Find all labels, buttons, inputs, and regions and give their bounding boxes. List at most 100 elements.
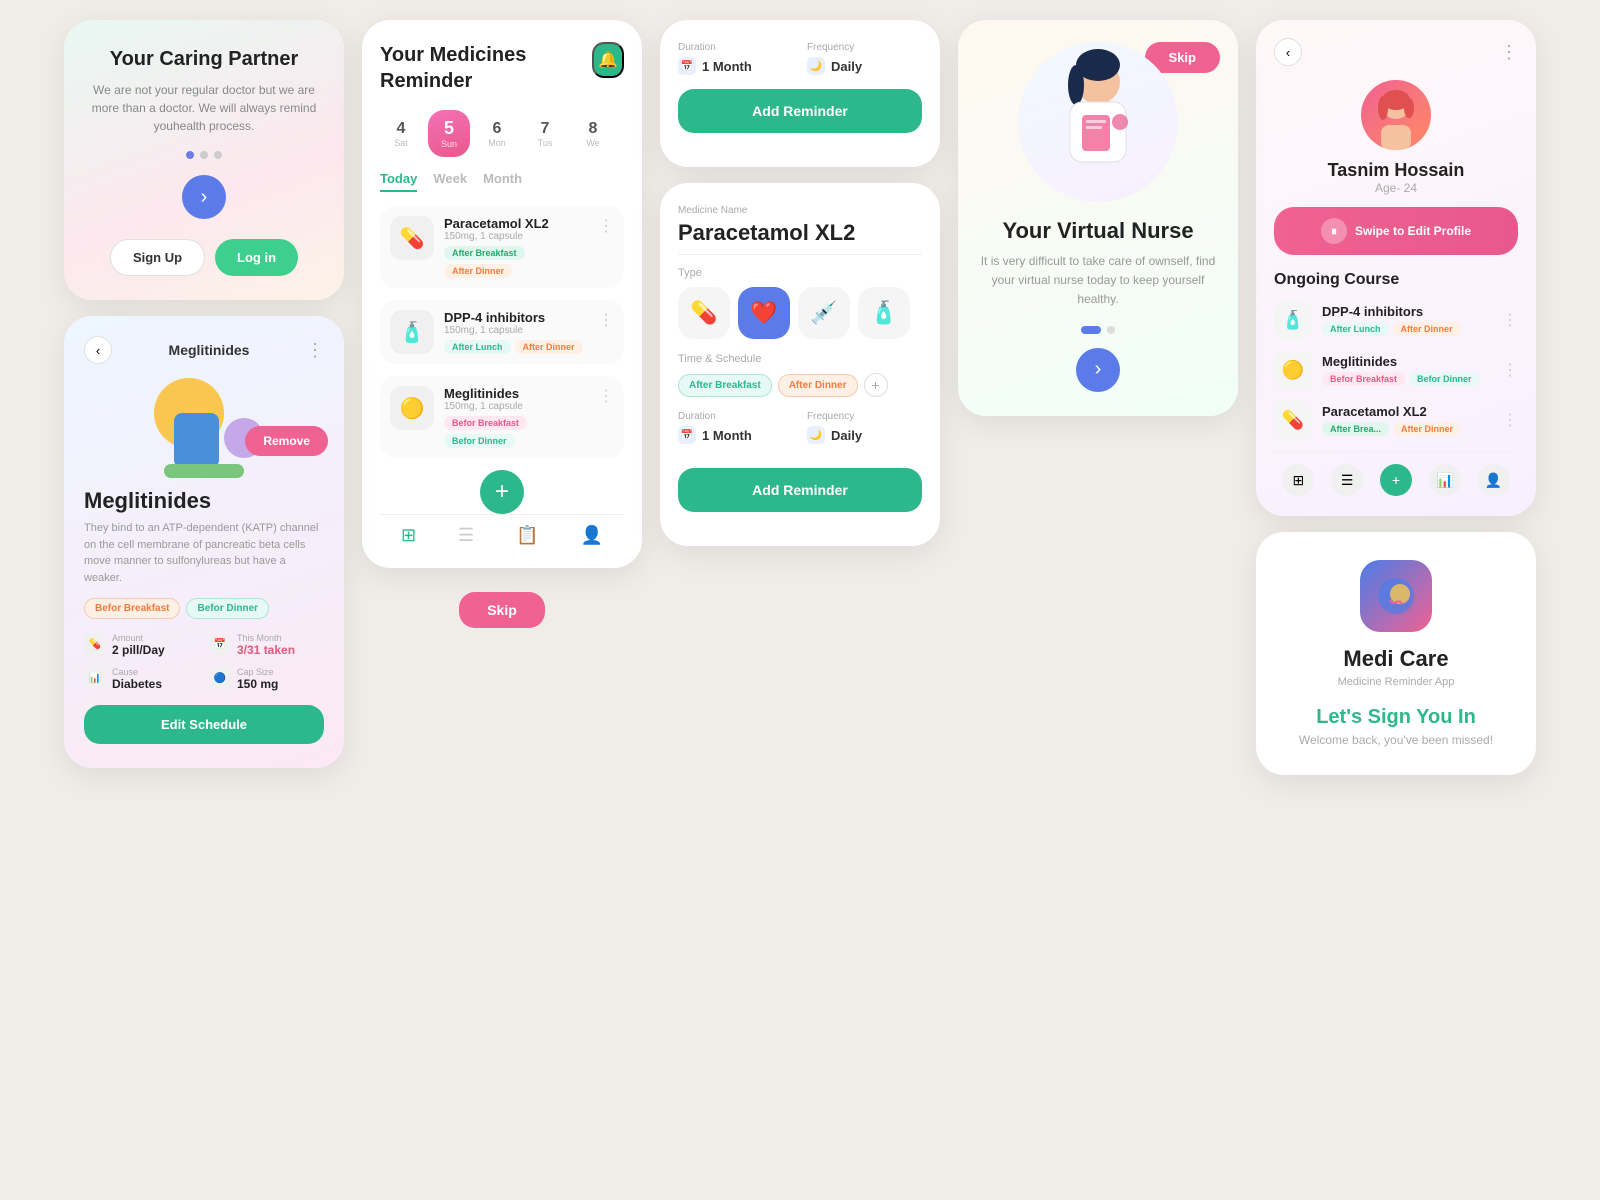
frequency-value: 🌙 Daily bbox=[807, 57, 922, 75]
bottom-navigation: ⊞ ☰ 📋 👤 bbox=[380, 514, 624, 550]
panel-add-reminder: Duration 📅 1 Month Frequency 🌙 Daily Add… bbox=[660, 20, 940, 546]
type-icon-liquid[interactable]: 🧴 bbox=[858, 287, 910, 339]
med-name-megli: Meglitinides bbox=[444, 386, 588, 401]
ctag-after-dinner-p: After Dinner bbox=[1393, 422, 1461, 436]
login-button[interactable]: Log in bbox=[215, 239, 298, 276]
amount-label: Amount bbox=[112, 633, 165, 643]
footer-icon-list[interactable]: ☰ bbox=[1331, 464, 1363, 496]
nurse-next-button[interactable]: › bbox=[1076, 348, 1120, 392]
amount-icon: 💊 bbox=[84, 633, 106, 655]
med-more-icon-3[interactable]: ⋮ bbox=[598, 386, 614, 406]
med-more-icon[interactable]: ⋮ bbox=[598, 216, 614, 236]
frequency-text-2: Daily bbox=[831, 428, 862, 443]
footer-icon-grid[interactable]: ⊞ bbox=[1282, 464, 1314, 496]
remove-button[interactable]: Remove bbox=[245, 426, 328, 456]
time-tag-after-dinner[interactable]: After Dinner bbox=[778, 374, 858, 397]
tab-month[interactable]: Month bbox=[483, 171, 522, 192]
nav-home[interactable]: ⊞ bbox=[401, 525, 416, 546]
course-item-dpp4: 🧴 DPP-4 inhibitors After Lunch After Din… bbox=[1274, 301, 1518, 339]
duration-label: Duration bbox=[678, 42, 793, 53]
course-name-megli: Meglitinides bbox=[1322, 354, 1492, 369]
course-more-megli[interactable]: ⋮ bbox=[1502, 360, 1518, 380]
duration-frequency-row-2: Duration 📅 1 Month Frequency 🌙 Daily bbox=[678, 411, 922, 444]
more-options-icon[interactable]: ⋮ bbox=[306, 340, 324, 361]
profile-name: Tasnim Hossain bbox=[1274, 160, 1518, 181]
type-icon-tablet[interactable]: 💊 bbox=[678, 287, 730, 339]
bell-button[interactable]: 🔔 bbox=[592, 42, 624, 78]
swipe-edit-button[interactable]: ⏸ Swipe to Edit Profile bbox=[1274, 207, 1518, 255]
list-item: 🟡 Meglitinides 150mg, 1 capsule Befor Br… bbox=[380, 376, 624, 458]
dot-2 bbox=[200, 151, 208, 159]
profile-back-button[interactable]: ‹ bbox=[1274, 38, 1302, 66]
footer-icon-chart[interactable]: 📊 bbox=[1429, 464, 1461, 496]
card-medicines-reminder: Your Medicines Reminder 🔔 4 Sat 5 Sun 6 … bbox=[362, 20, 642, 568]
med-more-icon-2[interactable]: ⋮ bbox=[598, 310, 614, 330]
time-tag-after-breakfast[interactable]: After Breakfast bbox=[678, 374, 772, 397]
course-name-dpp4: DPP-4 inhibitors bbox=[1322, 304, 1492, 319]
footer-icon-add[interactable]: + bbox=[1380, 464, 1412, 496]
megli-stats: 💊 Amount 2 pill/Day 📅 This Month 3/31 ta… bbox=[84, 633, 324, 691]
cause-icon: 📊 bbox=[84, 667, 106, 689]
tab-week[interactable]: Week bbox=[433, 171, 467, 192]
profile-footer: ⊞ ☰ + 📊 👤 bbox=[1274, 451, 1518, 496]
type-icon-injection[interactable]: 💉 bbox=[798, 287, 850, 339]
nav-calendar[interactable]: 📋 bbox=[516, 525, 538, 546]
tab-today[interactable]: Today bbox=[380, 171, 417, 192]
date-tus[interactable]: 7 Tus bbox=[524, 112, 566, 156]
nav-profile[interactable]: 👤 bbox=[581, 525, 603, 546]
duration-value-2: 📅 1 Month bbox=[678, 426, 793, 444]
add-reminder-button-top[interactable]: Add Reminder bbox=[678, 89, 922, 133]
course-more-para[interactable]: ⋮ bbox=[1502, 410, 1518, 430]
date-we[interactable]: 8 We bbox=[572, 112, 614, 156]
nav-list[interactable]: ☰ bbox=[458, 525, 474, 546]
med-icon-dpp4: 🧴 bbox=[390, 310, 434, 354]
med-dose-paracetamol: 150mg, 1 capsule bbox=[444, 231, 588, 242]
course-more-dpp4[interactable]: ⋮ bbox=[1502, 310, 1518, 330]
course-info-para: Paracetamol XL2 After Brea... After Dinn… bbox=[1322, 404, 1492, 436]
profile-age: Age- 24 bbox=[1274, 181, 1518, 195]
reminder-header: Your Medicines Reminder 🔔 bbox=[380, 42, 624, 94]
cap-icon: 🔵 bbox=[209, 667, 231, 689]
blue-rect bbox=[174, 413, 219, 468]
footer-icon-profile[interactable]: 👤 bbox=[1478, 464, 1510, 496]
profile-more-icon[interactable]: ⋮ bbox=[1500, 42, 1518, 63]
date-sat[interactable]: 4 Sat bbox=[380, 112, 422, 156]
nurse-dots bbox=[976, 326, 1220, 334]
ctag-befor-breakfast: Befor Breakfast bbox=[1322, 372, 1405, 386]
course-tags-dpp4: After Lunch After Dinner bbox=[1322, 322, 1492, 336]
add-reminder-button-form[interactable]: Add Reminder bbox=[678, 468, 922, 512]
edit-schedule-button[interactable]: Edit Schedule bbox=[84, 705, 324, 744]
stat-cap-size: 🔵 Cap Size 150 mg bbox=[209, 667, 324, 691]
tag-after-dinner-2: After Dinner bbox=[515, 340, 583, 354]
skip-button-bottom[interactable]: Skip bbox=[459, 592, 545, 628]
date-sun[interactable]: 5 Sun bbox=[428, 110, 470, 157]
back-button[interactable]: ‹ bbox=[84, 336, 112, 364]
tag-after-dinner: After Dinner bbox=[444, 264, 512, 278]
duration-col-2: Duration 📅 1 Month bbox=[678, 411, 793, 444]
avatar bbox=[1361, 80, 1431, 150]
course-tags-para: After Brea... After Dinner bbox=[1322, 422, 1492, 436]
stat-cause: 📊 Cause Diabetes bbox=[84, 667, 199, 691]
megli-drug-name: Meglitinides bbox=[84, 488, 324, 514]
medicine-name-display: Paracetamol XL2 bbox=[678, 220, 922, 255]
card-signin: Medi Care Medicine Reminder App Let's Si… bbox=[1256, 532, 1536, 775]
next-button[interactable]: › bbox=[182, 175, 226, 219]
add-medicine-button[interactable]: + bbox=[480, 470, 524, 514]
megli-header-title: Meglitinides bbox=[169, 342, 250, 358]
card-virtual-nurse: Skip Your Virtual Nurse It is very diffi… bbox=[958, 20, 1238, 416]
megli-tags: Befor Breakfast Befor Dinner bbox=[84, 598, 324, 619]
type-icon-capsule[interactable]: ❤️ bbox=[738, 287, 790, 339]
card-meglitinides: ‹ Meglitinides ⋮ Remove Meglitinides The… bbox=[64, 316, 344, 768]
card-reminder-top: Duration 📅 1 Month Frequency 🌙 Daily Add… bbox=[660, 20, 940, 167]
panel-caring-megli: Your Caring Partner We are not your regu… bbox=[64, 20, 344, 768]
frequency-icon: 🌙 bbox=[807, 57, 825, 75]
panel-virtual-nurse: Skip Your Virtual Nurse It is very diffi… bbox=[958, 20, 1238, 416]
add-time-button[interactable]: + bbox=[864, 373, 888, 397]
date-mon[interactable]: 6 Mon bbox=[476, 112, 518, 156]
app-name: Medi Care bbox=[1280, 646, 1512, 672]
megli-description: They bind to an ATP-dependent (KATP) cha… bbox=[84, 520, 324, 586]
signup-button[interactable]: Sign Up bbox=[110, 239, 205, 276]
cause-value: Diabetes bbox=[112, 677, 162, 691]
medicine-name-label: Medicine Name bbox=[678, 205, 922, 216]
frequency-label-2: Frequency bbox=[807, 411, 922, 422]
